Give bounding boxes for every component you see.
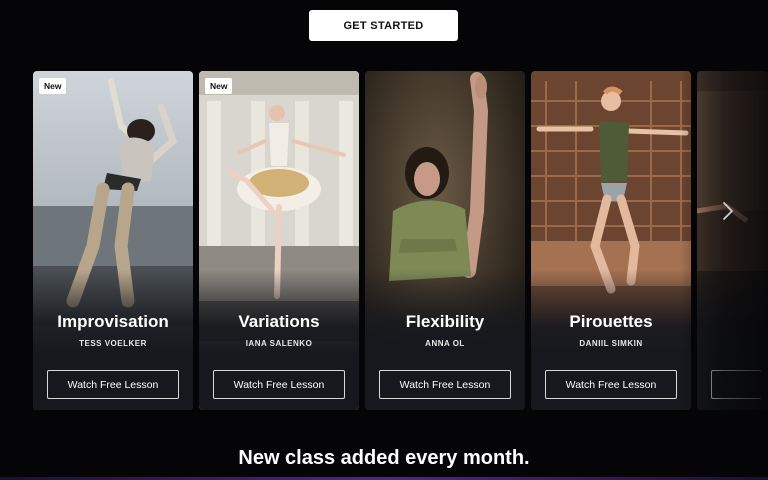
card-instructor: DANIIL SIMKIN	[579, 339, 643, 348]
card-title: Improvisation	[57, 312, 169, 331]
class-card-flexibility[interactable]: Flexibility ANNA OL Watch Free Lesson	[365, 71, 525, 410]
carousel-edge-fade	[680, 71, 768, 410]
new-badge: New	[205, 78, 233, 94]
class-card-improvisation[interactable]: New Improvisation TESS VOELKER Watch Fre…	[33, 71, 193, 410]
card-title: Variations	[238, 312, 320, 331]
card-instructor: TESS VOELKER	[79, 339, 147, 348]
new-badge: New	[39, 78, 67, 94]
class-card-pirouettes[interactable]: Pirouettes DANIIL SIMKIN Watch Free Less…	[531, 71, 691, 410]
class-card-variations[interactable]: New Variations IANA SALENKO Watch Free L…	[199, 71, 359, 410]
carousel-next-button[interactable]	[718, 198, 738, 224]
watch-free-lesson-button[interactable]: Watch Free Lesson	[213, 370, 345, 399]
card-instructor: IANA SALENKO	[245, 339, 313, 348]
chevron-right-icon	[723, 202, 733, 220]
watch-free-lesson-button[interactable]: Watch Free Lesson	[379, 370, 511, 399]
card-instructor: ANNA OL	[425, 339, 465, 348]
watch-free-lesson-button[interactable]: Watch Free Lesson	[47, 370, 179, 399]
card-title: Flexibility	[405, 312, 485, 331]
tagline: New class added every month.	[238, 447, 530, 469]
watch-free-lesson-button[interactable]: Watch Free Lesson	[545, 370, 677, 399]
get-started-button[interactable]: GET STARTED	[309, 10, 458, 41]
card-title: Pirouettes	[569, 312, 653, 331]
